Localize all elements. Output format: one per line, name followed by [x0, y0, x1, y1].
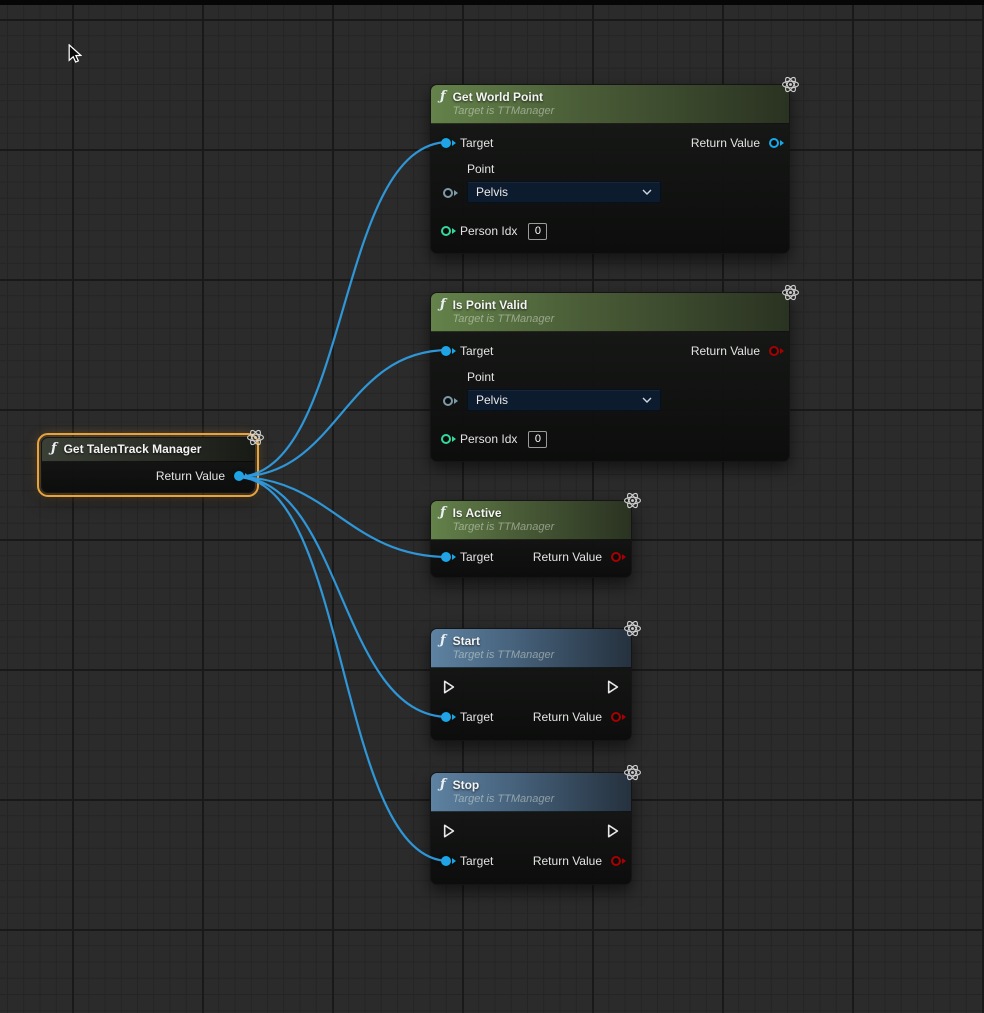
node-title: Is Point Valid	[453, 297, 555, 313]
node-get-world-point[interactable]: ƒ Get World Point Target is TTManager Ta…	[430, 84, 790, 254]
atom-icon	[623, 619, 642, 638]
pin-label: Return Value	[533, 854, 602, 868]
point-enum-dropdown[interactable]: Pelvis	[467, 389, 661, 411]
return-value-pin[interactable]	[611, 712, 621, 722]
atom-icon	[623, 763, 642, 782]
node-title: Get TalenTrack Manager	[64, 441, 202, 457]
return-value-pin[interactable]	[611, 856, 621, 866]
pin-label: Return Value	[156, 469, 225, 483]
function-icon: ƒ	[51, 441, 57, 457]
atom-icon	[623, 491, 642, 510]
pin-label: Person Idx	[460, 224, 517, 238]
target-pin[interactable]	[441, 346, 451, 356]
person-idx-pin[interactable]	[441, 226, 451, 236]
atom-icon	[246, 428, 265, 447]
pin-label: Target	[460, 710, 493, 724]
node-header: ƒ Is Active Target is TTManager	[431, 501, 631, 540]
blueprint-graph-canvas[interactable]: ƒ Get World Point Target is TTManager Ta…	[0, 0, 984, 1013]
pin-label: Return Value	[533, 550, 602, 564]
wire-manager-to-stop[interactable]	[236, 477, 449, 861]
point-enum-dropdown[interactable]: Pelvis	[467, 181, 661, 203]
node-header: ƒ Get World Point Target is TTManager	[431, 85, 789, 124]
return-value-pin[interactable]	[611, 552, 621, 562]
person-idx-pin[interactable]	[441, 434, 451, 444]
pin-label: Person Idx	[460, 432, 517, 446]
node-is-active[interactable]: ƒ Is Active Target is TTManager Target R…	[430, 500, 632, 578]
pin-label: Point	[467, 162, 779, 177]
atom-icon	[781, 75, 800, 94]
node-header: ƒ Get TalenTrack Manager	[42, 438, 254, 462]
pin-label: Target	[460, 136, 493, 150]
dropdown-value: Pelvis	[476, 185, 508, 199]
wire-manager-to-get-world-point[interactable]	[236, 142, 449, 477]
node-stop[interactable]: ƒ Stop Target is TTManager Target Return…	[430, 772, 632, 885]
function-icon: ƒ	[440, 777, 446, 793]
exec-out-pin[interactable]	[607, 680, 619, 694]
pin-label: Target	[460, 550, 493, 564]
point-pin[interactable]	[443, 188, 453, 198]
pin-label: Target	[460, 854, 493, 868]
wire-manager-to-is-active[interactable]	[236, 477, 449, 557]
node-title: Get World Point	[453, 89, 555, 105]
pin-label: Point	[467, 370, 779, 385]
node-subtitle: Target is TTManager	[453, 793, 555, 806]
chevron-down-icon	[642, 397, 652, 403]
chevron-down-icon	[642, 189, 652, 195]
pin-label: Return Value	[533, 710, 602, 724]
node-title: Stop	[453, 777, 555, 793]
pin-label: Return Value	[691, 344, 760, 358]
node-subtitle: Target is TTManager	[453, 313, 555, 326]
return-value-pin[interactable]	[234, 471, 244, 481]
exec-in-pin[interactable]	[443, 824, 455, 838]
function-icon: ƒ	[440, 297, 446, 313]
wire-manager-to-start[interactable]	[236, 477, 449, 717]
mouse-cursor	[68, 44, 82, 68]
node-is-point-valid[interactable]: ƒ Is Point Valid Target is TTManager Tar…	[430, 292, 790, 462]
target-pin[interactable]	[441, 712, 451, 722]
node-header: ƒ Is Point Valid Target is TTManager	[431, 293, 789, 332]
target-pin[interactable]	[441, 856, 451, 866]
viewport-top-edge	[0, 0, 984, 5]
person-idx-input[interactable]: 0	[528, 223, 547, 240]
wire-manager-to-is-point-valid[interactable]	[236, 350, 449, 477]
return-value-pin[interactable]	[769, 346, 779, 356]
node-subtitle: Target is TTManager	[453, 521, 555, 534]
pin-label: Target	[460, 344, 493, 358]
return-value-pin[interactable]	[769, 138, 779, 148]
node-header: ƒ Start Target is TTManager	[431, 629, 631, 668]
function-icon: ƒ	[440, 89, 446, 105]
node-start[interactable]: ƒ Start Target is TTManager Target Retur…	[430, 628, 632, 741]
exec-in-pin[interactable]	[443, 680, 455, 694]
dropdown-value: Pelvis	[476, 393, 508, 407]
node-title: Is Active	[453, 505, 555, 521]
pin-label: Return Value	[691, 136, 760, 150]
person-idx-input[interactable]: 0	[528, 431, 547, 448]
target-pin[interactable]	[441, 138, 451, 148]
node-header: ƒ Stop Target is TTManager	[431, 773, 631, 812]
target-pin[interactable]	[441, 552, 451, 562]
exec-out-pin[interactable]	[607, 824, 619, 838]
point-pin[interactable]	[443, 396, 453, 406]
function-icon: ƒ	[440, 633, 446, 649]
atom-icon	[781, 283, 800, 302]
node-get-talentrack-manager[interactable]: ƒ Get TalenTrack Manager Return Value	[41, 437, 255, 493]
node-title: Start	[453, 633, 555, 649]
node-subtitle: Target is TTManager	[453, 649, 555, 662]
function-icon: ƒ	[440, 505, 446, 521]
node-subtitle: Target is TTManager	[453, 105, 555, 118]
